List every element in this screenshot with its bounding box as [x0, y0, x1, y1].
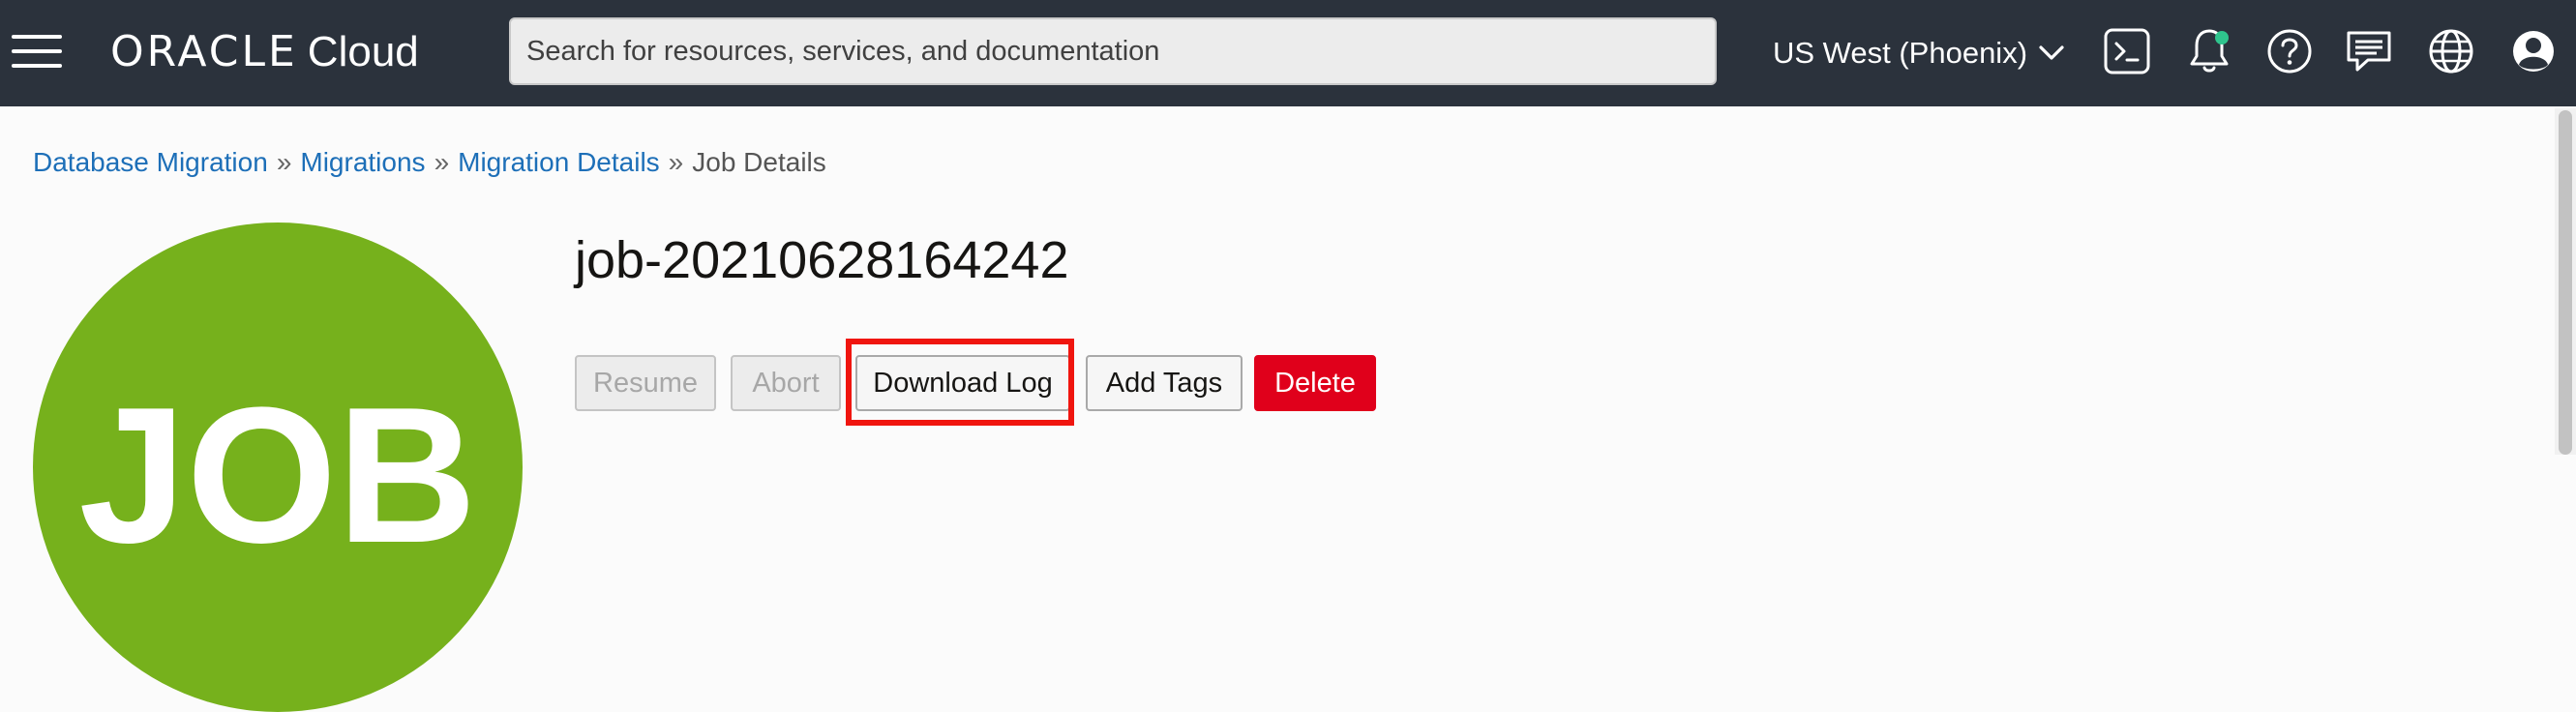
profile-icon [2513, 31, 2554, 72]
add-tags-button[interactable]: Add Tags [1086, 355, 1243, 411]
delete-button[interactable]: Delete [1254, 355, 1376, 411]
breadcrumb-migration-details[interactable]: Migration Details [458, 147, 660, 177]
cloud-shell-icon [2104, 28, 2150, 74]
globe-icon [2429, 29, 2473, 74]
page-title: job-20210628164242 [575, 231, 1069, 289]
abort-button[interactable]: Abort [731, 355, 841, 411]
top-navigation-bar: ORACLECloud US West (Phoenix) [0, 0, 2576, 106]
logo-brand: ORACLE [110, 27, 298, 76]
breadcrumb-separator: » [668, 147, 684, 177]
bell-icon [2190, 29, 2229, 73]
chevron-down-icon [2039, 45, 2064, 60]
breadcrumb-database-migration[interactable]: Database Migration [33, 147, 268, 177]
logo-product: Cloud [307, 28, 419, 75]
breadcrumb-separator: » [434, 147, 450, 177]
oracle-cloud-logo[interactable]: ORACLE Cloud [110, 27, 419, 77]
breadcrumb-separator: » [276, 147, 292, 177]
search-input[interactable] [509, 17, 1717, 85]
menu-icon[interactable] [12, 35, 62, 70]
scrollbar-thumb[interactable] [2559, 110, 2572, 455]
breadcrumb-current: Job Details [692, 147, 826, 177]
avatar-text: JOB [78, 368, 476, 583]
language-button[interactable] [2424, 24, 2478, 78]
download-log-highlight [846, 339, 1074, 426]
notifications-button[interactable] [2182, 24, 2236, 78]
breadcrumb: Database Migration » Migrations » Migration … [33, 147, 826, 178]
region-selector[interactable]: US West (Phoenix) [1773, 29, 2064, 77]
breadcrumb-migrations[interactable]: Migrations [300, 147, 425, 177]
resume-button[interactable]: Resume [575, 355, 716, 411]
job-avatar: JOB [33, 222, 523, 712]
profile-button[interactable] [2506, 24, 2561, 78]
help-button[interactable] [2262, 24, 2317, 78]
help-icon [2267, 29, 2312, 74]
feedback-button[interactable] [2342, 24, 2396, 78]
cloud-shell-button[interactable] [2100, 24, 2154, 78]
page-scrollbar[interactable] [2555, 108, 2576, 455]
feedback-icon [2347, 31, 2391, 72]
region-label: US West (Phoenix) [1773, 36, 2028, 70]
